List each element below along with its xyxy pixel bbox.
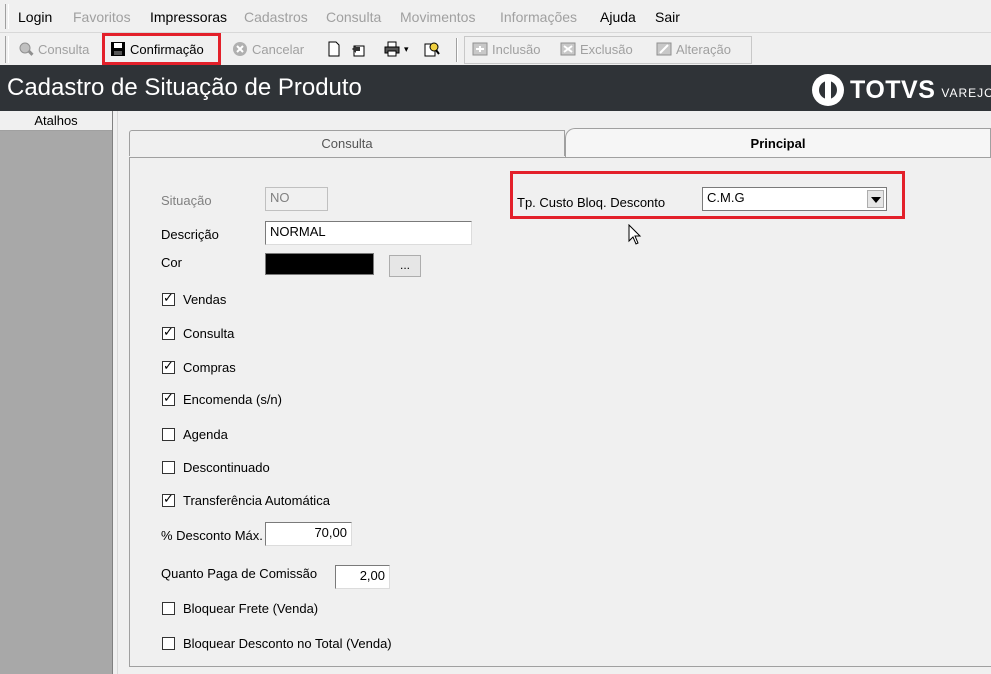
confirmacao-highlight: [102, 33, 221, 65]
totvs-logo-icon: [812, 74, 844, 106]
situacao-field: NO: [265, 187, 328, 211]
bloq-frete-label: Bloquear Frete (Venda): [183, 601, 319, 616]
menu-impressoras[interactable]: Impressoras: [150, 9, 227, 25]
descontinuado-label: Descontinuado: [183, 460, 270, 475]
toolbar: Consulta Confirmação Cancelar ▾ Inclusão…: [0, 33, 991, 65]
new-document-button[interactable]: [322, 36, 346, 62]
tab-principal[interactable]: Principal: [565, 128, 991, 158]
toolbar-separator: [456, 38, 458, 62]
cor-label: Cor: [161, 255, 182, 270]
transferencia-label: Transferência Automática: [183, 493, 330, 508]
alteracao-button[interactable]: Alteração: [652, 36, 735, 62]
cancel-icon: [232, 41, 248, 57]
vendas-label: Vendas: [183, 292, 227, 307]
cancelar-label: Cancelar: [252, 41, 305, 57]
comissao-field[interactable]: 2,00: [335, 565, 390, 589]
menu-cadastros[interactable]: Cadastros: [244, 9, 308, 25]
page-title: Cadastro de Situação de Produto: [7, 74, 362, 101]
delete-record-icon: [560, 41, 576, 57]
mouse-cursor-icon: [628, 224, 642, 245]
new-document-icon: [326, 41, 342, 57]
situacao-label: Situação: [161, 193, 212, 208]
exclusao-label: Exclusão: [580, 41, 633, 57]
bloq-desconto-label: Bloquear Desconto no Total (Venda): [183, 636, 392, 651]
descricao-field[interactable]: NORMAL: [265, 221, 472, 245]
vendas-checkbox[interactable]: [162, 291, 175, 306]
principal-panel: [129, 157, 991, 667]
print-preview-icon: [424, 41, 440, 57]
agenda-label: Agenda: [183, 427, 228, 442]
logo-brand: TOTVS: [850, 75, 936, 104]
sidebar-header[interactable]: Atalhos: [0, 111, 112, 131]
inclusao-button[interactable]: Inclusão: [468, 36, 544, 62]
shortcuts-sidebar: Atalhos: [0, 111, 113, 674]
tp-custo-highlight: [510, 171, 905, 219]
bloq-frete-checkbox[interactable]: [162, 602, 175, 615]
descontinuado-checkbox[interactable]: [162, 461, 175, 474]
compras-checkbox[interactable]: [162, 359, 175, 374]
export-button[interactable]: [346, 36, 370, 62]
logo-subtitle: VAREJO: [941, 85, 991, 100]
menu-grip: [5, 4, 9, 29]
print-button[interactable]: ▾: [380, 36, 413, 62]
exclusao-button[interactable]: Exclusão: [556, 36, 637, 62]
consulta-label: Consulta: [38, 41, 90, 57]
totvs-logo: TOTVS VAREJO: [812, 74, 991, 106]
encomenda-label: Encomenda (s/n): [183, 392, 282, 407]
agenda-checkbox[interactable]: [162, 428, 175, 441]
menu-informacoes[interactable]: Informações: [500, 9, 577, 25]
menu-movimentos[interactable]: Movimentos: [400, 9, 475, 25]
edit-record-icon: [656, 41, 672, 57]
chevron-down-icon[interactable]: ▾: [404, 44, 409, 55]
color-picker-button[interactable]: ...: [389, 255, 421, 277]
desconto-label: % Desconto Máx.: [161, 528, 263, 543]
bloq-desconto-checkbox[interactable]: [162, 637, 175, 650]
menu-ajuda[interactable]: Ajuda: [600, 9, 636, 25]
consulta-checkbox-label: Consulta: [183, 326, 235, 341]
menu-bar: Login Favoritos Impressoras Cadastros Co…: [0, 0, 991, 33]
alteracao-label: Alteração: [676, 41, 731, 57]
menu-favoritos[interactable]: Favoritos: [73, 9, 131, 25]
transferencia-checkbox[interactable]: [162, 492, 175, 507]
inclusao-label: Inclusão: [492, 41, 541, 57]
descricao-label: Descrição: [161, 227, 219, 242]
menu-login[interactable]: Login: [18, 9, 52, 25]
toolbar-grip: [5, 36, 9, 63]
search-globe-icon: [18, 41, 34, 57]
add-record-icon: [472, 41, 488, 57]
export-icon: [350, 41, 366, 57]
consulta-button[interactable]: Consulta: [14, 36, 93, 62]
color-swatch: [265, 253, 374, 275]
consulta-checkbox[interactable]: [162, 325, 175, 340]
comissao-label: Quanto Paga de Comissão: [161, 566, 318, 581]
cancelar-button[interactable]: Cancelar: [228, 36, 308, 62]
desconto-field[interactable]: 70,00: [265, 522, 352, 546]
print-preview-button[interactable]: [420, 36, 444, 62]
tab-consulta[interactable]: Consulta: [129, 130, 565, 156]
menu-consulta[interactable]: Consulta: [326, 9, 381, 25]
compras-label: Compras: [183, 360, 236, 375]
encomenda-checkbox[interactable]: [162, 391, 175, 406]
printer-icon: [384, 41, 400, 57]
menu-sair[interactable]: Sair: [655, 9, 680, 25]
